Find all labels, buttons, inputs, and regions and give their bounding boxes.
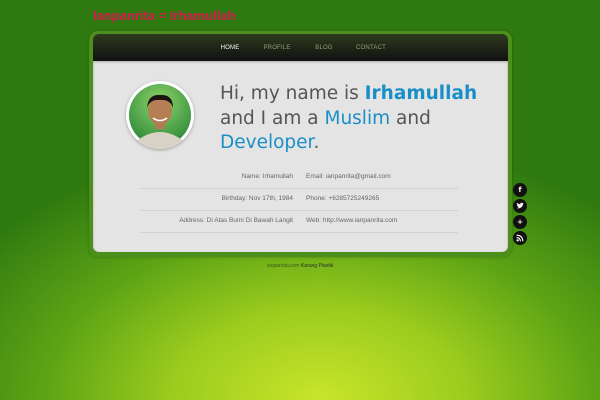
footer-text: Karung Plastik bbox=[299, 263, 334, 269]
info-row: Address: Di Atas Bumi Di Bawah Langit We… bbox=[140, 210, 458, 233]
site-title[interactable]: Ianpanrita = Irhamullah bbox=[93, 8, 236, 23]
info-web: Web: http://www.ianpanrita.com bbox=[306, 217, 398, 224]
rss-icon[interactable] bbox=[513, 231, 527, 245]
intro-part2: and I am a bbox=[220, 107, 325, 129]
info-phone: Phone: +6285725249265 bbox=[306, 195, 380, 202]
avatar bbox=[126, 81, 194, 149]
info-address: Address: Di Atas Bumi Di Bawah Langit bbox=[179, 217, 293, 224]
intro-part1: Hi, my name is bbox=[220, 83, 365, 104]
info-birthday: Birthday: Nov 17th, 1984 bbox=[221, 195, 293, 202]
nav-blog[interactable]: BLOG bbox=[301, 45, 348, 51]
nav-home[interactable]: HOME bbox=[207, 45, 254, 51]
intro-religion: Muslim bbox=[324, 107, 391, 129]
intro-text: Hi, my name is Irhamullah and I am a Mus… bbox=[220, 82, 500, 156]
info-row: Name: Irhamullah Email: ianpanrita@gmail… bbox=[140, 166, 458, 189]
googleplus-icon[interactable]: + bbox=[513, 215, 527, 229]
intro-name: Irhamullah bbox=[364, 83, 478, 104]
footer-link[interactable]: ianpanrita.com bbox=[267, 263, 300, 269]
info-name: Name: Irhamullah bbox=[241, 173, 293, 180]
intro-part4: . bbox=[313, 132, 320, 153]
intro-role: Developer bbox=[220, 132, 314, 153]
footer: ianpanrita.com Karung Plastik bbox=[0, 263, 600, 269]
twitter-icon[interactable] bbox=[513, 199, 527, 213]
facebook-icon[interactable]: f bbox=[513, 183, 527, 197]
intro-part3: and bbox=[390, 107, 431, 129]
info-row: Birthday: Nov 17th, 1984 Phone: +6285725… bbox=[140, 188, 458, 211]
nav-profile[interactable]: PROFILE bbox=[254, 45, 301, 51]
nav-contact[interactable]: CONTACT bbox=[348, 45, 395, 51]
info-email: Email: ianpanrita@gmail.com bbox=[306, 173, 391, 180]
main-nav: HOME PROFILE BLOG CONTACT bbox=[93, 34, 508, 61]
